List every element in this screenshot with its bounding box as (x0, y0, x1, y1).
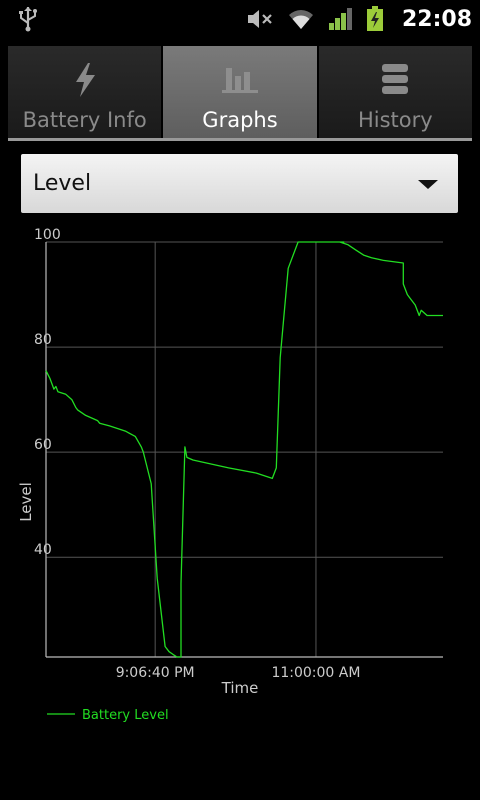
y-tick-label: 100 (34, 227, 61, 243)
tab-underline (8, 138, 472, 141)
y-axis-label: Level (17, 482, 35, 522)
legend-label: Battery Level (82, 708, 169, 722)
signal-icon (328, 8, 352, 30)
tab-label: History (357, 108, 433, 132)
battery-charging-icon (366, 6, 383, 31)
tab-label: Graphs (202, 108, 278, 132)
mute-icon (247, 10, 272, 28)
tab-battery-info[interactable]: Battery Info (8, 46, 162, 138)
tab-label: Battery Info (22, 108, 147, 132)
y-tick-label: 60 (34, 437, 52, 453)
graph-type-spinner[interactable]: Level (21, 154, 458, 213)
lightning-icon (65, 60, 105, 100)
battery-level-chart: 100 80 60 40 9:06:40 PM 11:00:00 AM Time Level B… (0, 222, 480, 723)
usb-icon (19, 7, 37, 32)
y-tick-label: 40 (34, 542, 52, 558)
x-axis-label: Time (221, 679, 259, 697)
x-tick-label: 9:06:40 PM (116, 665, 195, 681)
tab-history[interactable]: History (318, 46, 472, 138)
series-line-battery-level (45, 241, 443, 658)
stacked-list-icon (375, 60, 415, 100)
chart-svg: 100 80 60 40 9:06:40 PM 11:00:00 AM Time Level B… (17, 227, 443, 723)
tab-graphs[interactable]: Graphs (163, 46, 317, 138)
chevron-down-icon (418, 180, 438, 189)
spinner-selected-value: Level (33, 171, 92, 196)
bar-chart-icon (220, 60, 260, 100)
y-tick-label: 80 (34, 332, 52, 348)
status-bar: 22:08 (0, 0, 480, 38)
wifi-icon (288, 10, 313, 29)
x-tick-label: 11:00:00 AM (271, 665, 360, 681)
clock: 22:08 (401, 6, 472, 32)
tab-bar: Battery Info Graphs History (8, 46, 472, 142)
